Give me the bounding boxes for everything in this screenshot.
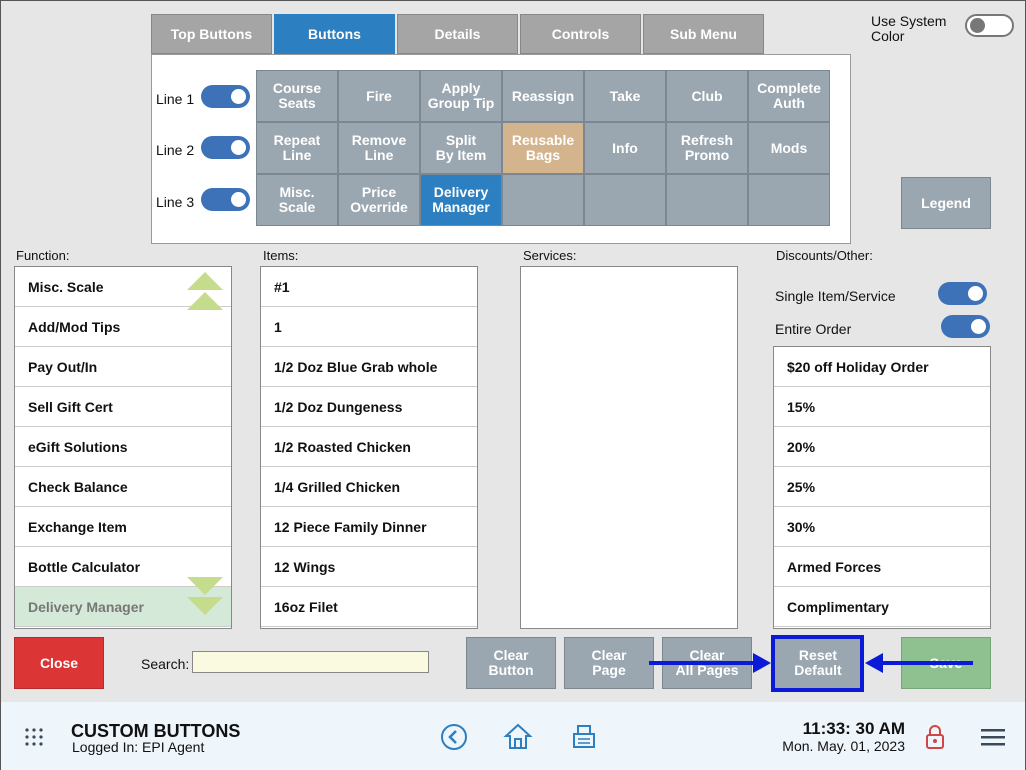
list-item[interactable]: Armed Forces [774, 547, 990, 587]
tab-details[interactable]: Details [397, 14, 518, 54]
list-item[interactable]: Complimentary [774, 587, 990, 627]
line-2-toggle[interactable] [201, 136, 250, 159]
grid-button-apply-group-tip[interactable]: Apply Group Tip [420, 70, 502, 122]
list-item[interactable]: 15% [774, 387, 990, 427]
clock-time: 11:33: 30 AM [802, 719, 905, 738]
legend-button[interactable]: Legend [901, 177, 991, 229]
tab-controls[interactable]: Controls [520, 14, 641, 54]
list-item[interactable]: 16oz Filet [261, 587, 477, 627]
arrow-right-icon [649, 653, 771, 673]
items-list: #1 1 1/2 Doz Blue Grab whole 1/2 Doz Dun… [260, 266, 478, 629]
use-system-color-toggle[interactable] [965, 14, 1014, 37]
list-item[interactable]: 1/2 Doz Dungeness [261, 387, 477, 427]
use-system-color-label: Use System Color [871, 13, 947, 44]
grid-button-course-seats[interactable]: Course Seats [256, 70, 338, 122]
list-item[interactable]: eGift Solutions [15, 427, 231, 467]
grid-button-price-override[interactable]: Price Override [338, 174, 420, 226]
tab-sub-menu[interactable]: Sub Menu [643, 14, 764, 54]
hamburger-menu-icon[interactable] [981, 727, 1005, 747]
logged-in-label: Logged In: EPI Agent [72, 739, 205, 755]
line-1-toggle[interactable] [201, 85, 250, 108]
grid-button-info[interactable]: Info [584, 122, 666, 174]
list-item[interactable]: Exchange Item [15, 507, 231, 547]
apps-grid-icon[interactable] [24, 727, 44, 747]
search-label: Search: [141, 656, 190, 672]
list-item[interactable]: 1/4 Grilled Chicken [261, 467, 477, 507]
line-2-label: Line 2 [156, 142, 195, 158]
line-3-label: Line 3 [156, 194, 195, 210]
list-item[interactable]: $20 off Holiday Order [774, 347, 990, 387]
list-item[interactable]: 1 [261, 307, 477, 347]
clock-date: Mon. May. 01, 2023 [782, 738, 905, 754]
scroll-up-icon[interactable] [187, 272, 223, 310]
list-item[interactable]: Add/Mod Tips [15, 307, 231, 347]
list-item[interactable]: 20% [774, 427, 990, 467]
list-item[interactable]: Sell Gift Cert [15, 387, 231, 427]
register-icon[interactable] [570, 722, 598, 750]
list-item[interactable]: Pay Out/In [15, 347, 231, 387]
services-list[interactable] [520, 266, 738, 629]
grid-button-empty[interactable] [666, 174, 748, 226]
function-list: Misc. Scale Add/Mod Tips Pay Out/In Sell… [14, 266, 232, 629]
lock-icon[interactable] [924, 723, 946, 751]
entire-order-label: Entire Order [775, 321, 852, 337]
services-label: Services: [523, 248, 577, 263]
list-item[interactable]: 1/2 Doz Blue Grab whole [261, 347, 477, 387]
grid-button-empty[interactable] [748, 174, 830, 226]
list-item[interactable]: 12 Piece Family Dinner [261, 507, 477, 547]
grid-button-fire[interactable]: Fire [338, 70, 420, 122]
grid-button-empty[interactable] [584, 174, 666, 226]
grid-button-take[interactable]: Take [584, 70, 666, 122]
tab-top-buttons[interactable]: Top Buttons [151, 14, 272, 54]
back-icon[interactable] [440, 723, 468, 751]
grid-button-remove-line[interactable]: Remove Line [338, 122, 420, 174]
list-item[interactable]: 12 Wings [261, 547, 477, 587]
grid-button-reassign[interactable]: Reassign [502, 70, 584, 122]
highlight-box [771, 635, 864, 692]
list-item[interactable]: 1/2 Roasted Chicken [261, 427, 477, 467]
grid-button-refresh-promo[interactable]: Refresh Promo [666, 122, 748, 174]
grid-button-delivery-manager[interactable]: Delivery Manager [420, 174, 502, 226]
tab-buttons[interactable]: Buttons [274, 14, 395, 54]
grid-button-misc-scale[interactable]: Misc. Scale [256, 174, 338, 226]
line-1-label: Line 1 [156, 91, 195, 107]
grid-button-club[interactable]: Club [666, 70, 748, 122]
grid-button-reusable-bags[interactable]: Reusable Bags [502, 122, 584, 174]
search-input[interactable] [192, 651, 429, 673]
single-item-service-toggle[interactable] [938, 282, 987, 305]
items-label: Items: [263, 248, 299, 263]
scroll-down-icon[interactable] [187, 577, 223, 615]
grid-button-empty[interactable] [502, 174, 584, 226]
home-icon[interactable] [503, 722, 533, 750]
discounts-list: $20 off Holiday Order 15% 20% 25% 30% Ar… [773, 346, 991, 629]
function-label: Function: [16, 248, 70, 263]
list-item[interactable]: 25% [774, 467, 990, 507]
list-item[interactable]: #1 [261, 267, 477, 307]
entire-order-toggle[interactable] [941, 315, 990, 338]
list-item[interactable]: 30% [774, 507, 990, 547]
button-grid: Course Seats Fire Apply Group Tip Reassi… [256, 70, 830, 226]
grid-button-repeat-line[interactable]: Repeat Line [256, 122, 338, 174]
arrow-left-icon [865, 653, 973, 673]
grid-button-complete-auth[interactable]: Complete Auth [748, 70, 830, 122]
list-item[interactable]: Check Balance [15, 467, 231, 507]
grid-button-split-by-item[interactable]: Split By Item [420, 122, 502, 174]
line-3-toggle[interactable] [201, 188, 250, 211]
discounts-label: Discounts/Other: [776, 248, 873, 263]
grid-button-mods[interactable]: Mods [748, 122, 830, 174]
single-item-service-label: Single Item/Service [775, 288, 896, 304]
close-button[interactable]: Close [14, 637, 104, 689]
clear-button-button[interactable]: Clear Button [466, 637, 556, 689]
